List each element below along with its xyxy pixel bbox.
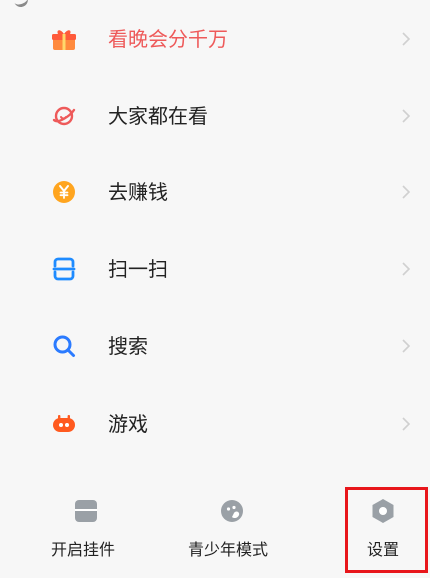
chevron-right-icon — [402, 339, 411, 353]
right-edge-strip — [430, 0, 437, 578]
menu-item-label: 看晚会分千万 — [108, 27, 228, 51]
widget-label: 开启挂件 — [51, 540, 116, 559]
menu-item-earn-money[interactable]: 去赚钱 — [0, 164, 430, 220]
chevron-right-icon — [402, 109, 411, 123]
menu-item-trending[interactable]: 大家都在看 — [0, 88, 430, 144]
settings-highlight-box — [345, 487, 428, 573]
gift-icon — [52, 30, 76, 50]
menu-item-label: 搜索 — [108, 334, 148, 358]
teen-mode-icon — [221, 500, 243, 522]
chevron-right-icon — [402, 417, 411, 431]
menu-item-label: 去赚钱 — [108, 180, 168, 204]
widget-button[interactable]: 开启挂件 — [40, 484, 140, 578]
search-icon — [53, 335, 75, 357]
widget-icon — [75, 500, 97, 522]
menu-item-games[interactable]: 游戏 — [0, 396, 430, 452]
menu-item-search[interactable]: 搜索 — [0, 318, 430, 374]
teen-mode-button[interactable]: 青少年模式 — [180, 484, 290, 578]
top-edge-decoration — [12, 0, 30, 10]
gamepad-icon — [53, 415, 75, 432]
menu-item-label: 大家都在看 — [108, 104, 208, 128]
side-menu-panel: 看晚会分千万 大家都在看 去赚钱 扫一扫 搜索 游戏 开启挂件 青少年模式 设置 — [0, 0, 430, 578]
menu-item-label: 游戏 — [108, 412, 148, 436]
menu-item-gala-rewards[interactable]: 看晚会分千万 — [0, 11, 430, 67]
menu-item-scan[interactable]: 扫一扫 — [0, 241, 430, 297]
planet-icon — [52, 106, 76, 126]
chevron-right-icon — [402, 32, 411, 46]
menu-item-label: 扫一扫 — [108, 257, 168, 281]
chevron-right-icon — [402, 185, 411, 199]
yuan-coin-icon — [53, 181, 75, 203]
scan-icon — [52, 257, 76, 281]
teen-mode-label: 青少年模式 — [188, 540, 269, 559]
chevron-right-icon — [402, 262, 411, 276]
